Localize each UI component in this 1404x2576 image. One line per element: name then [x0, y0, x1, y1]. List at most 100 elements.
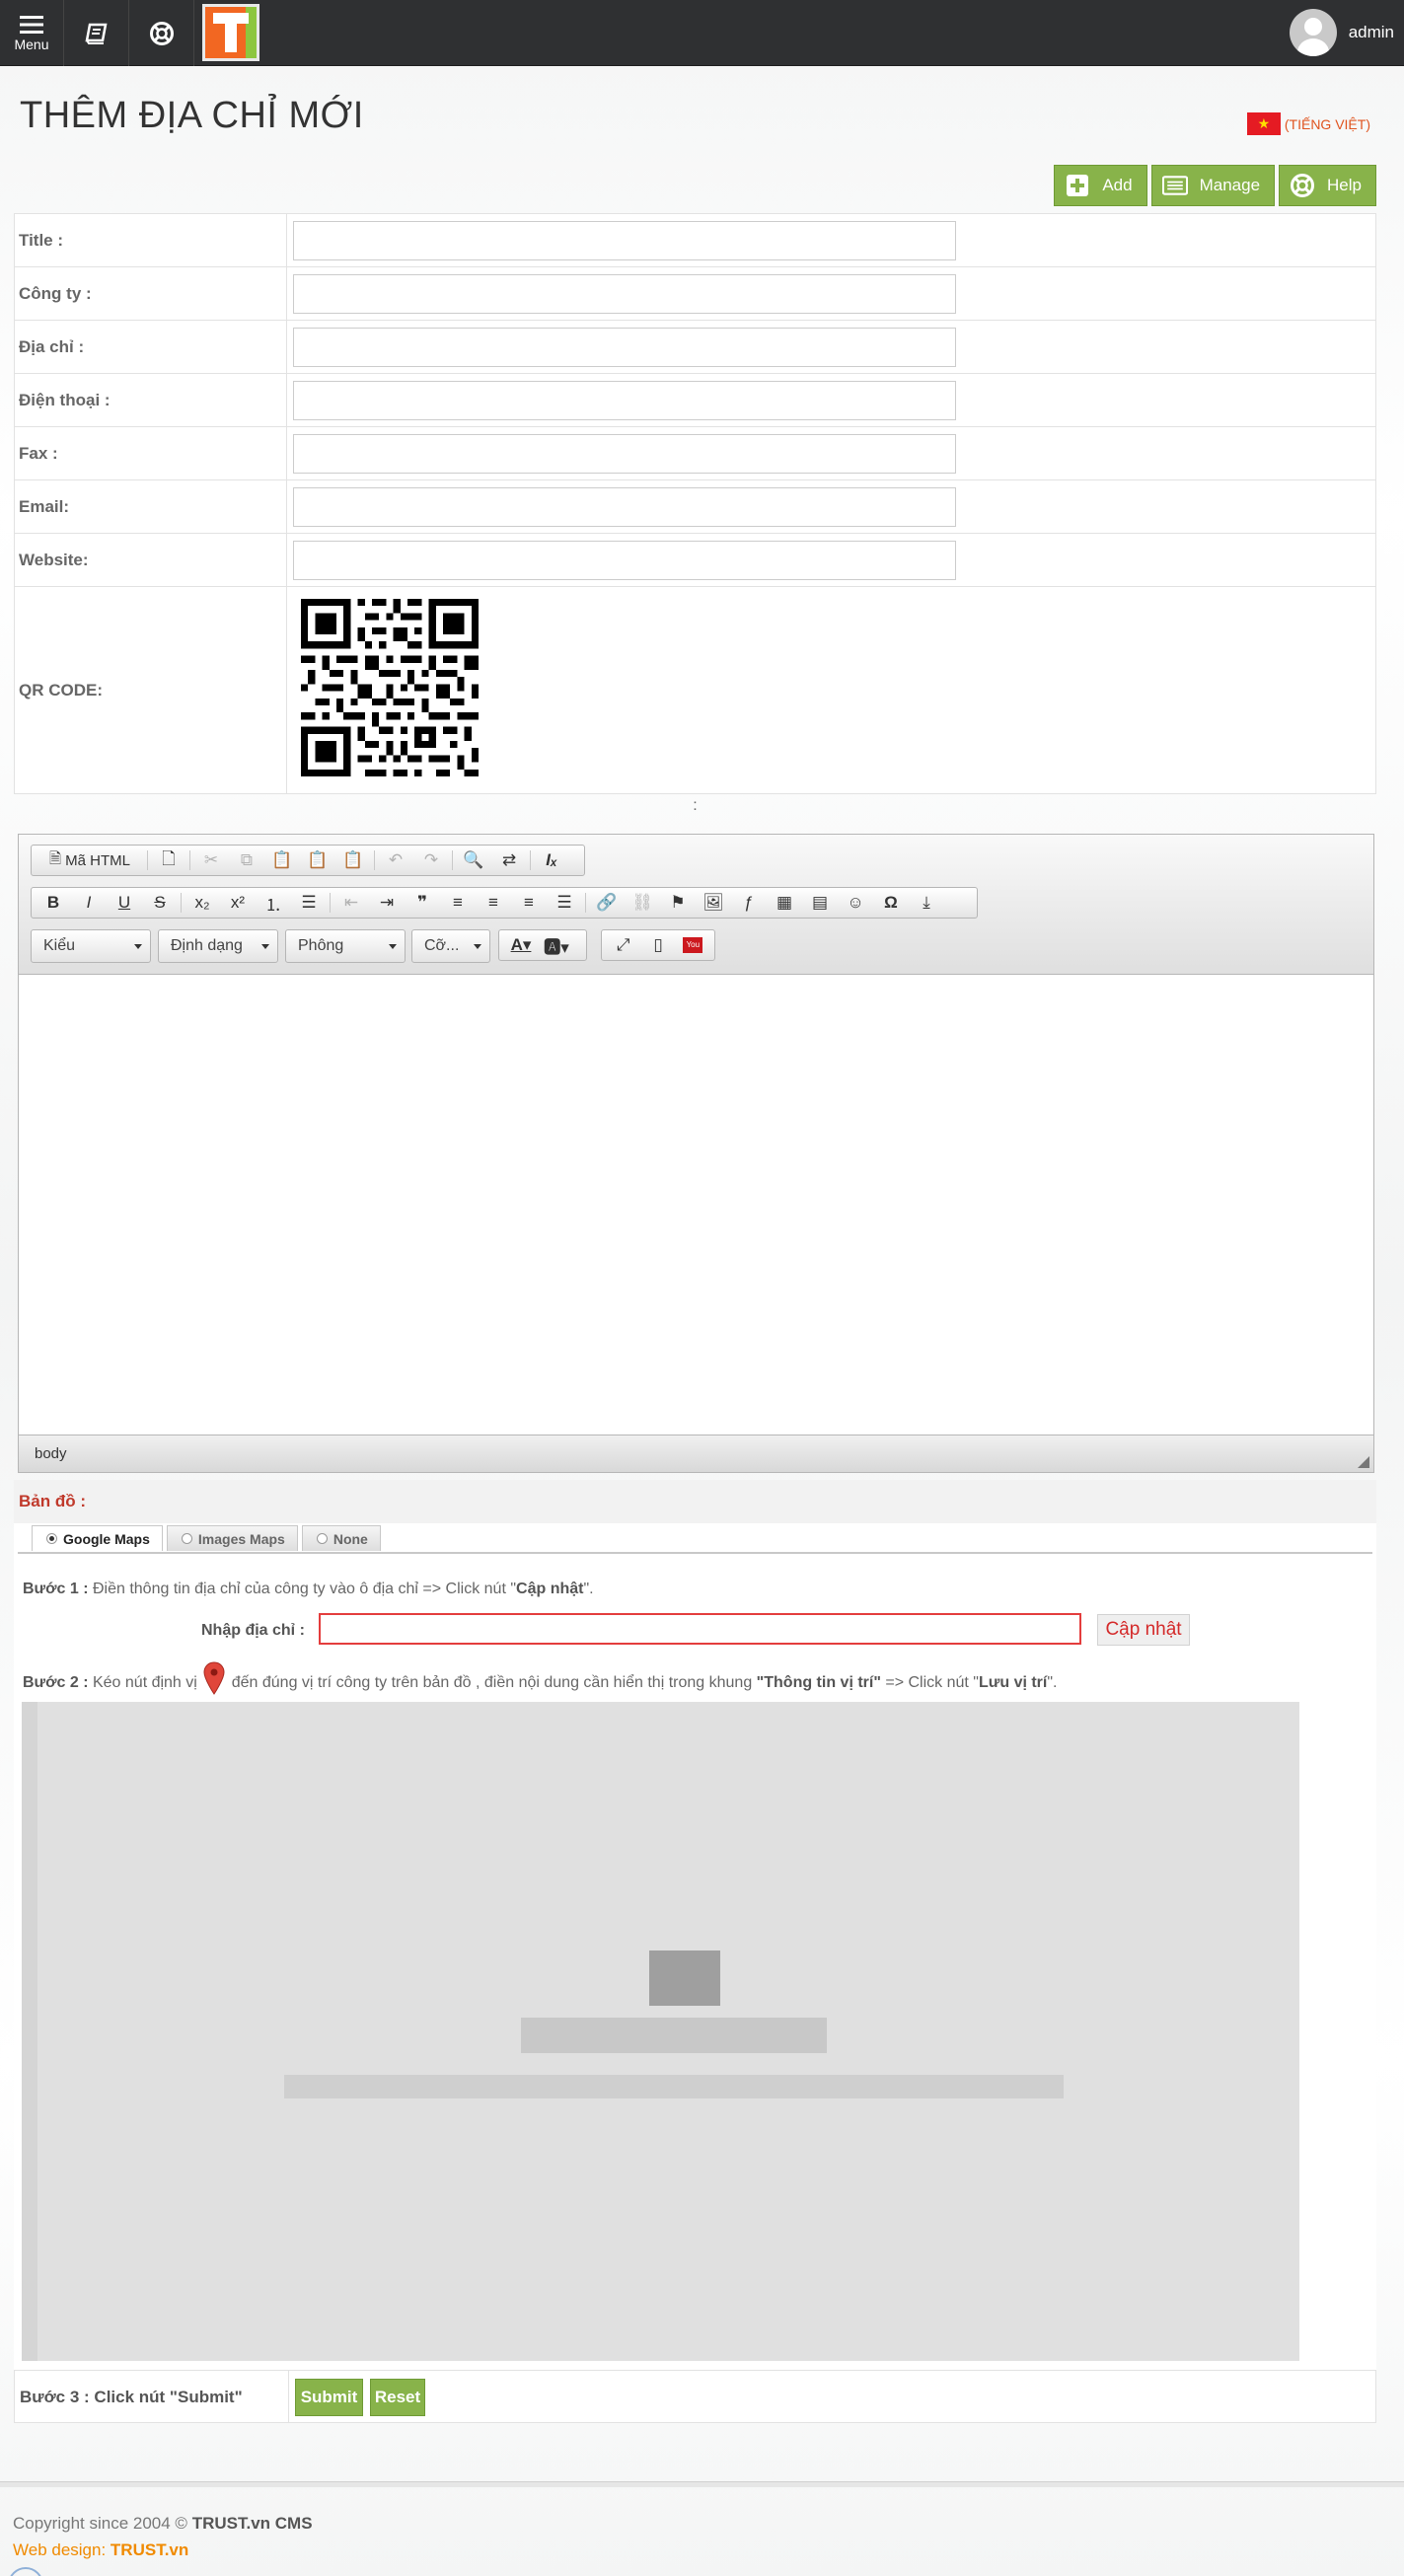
google-map-canvas[interactable]	[22, 1702, 1299, 2361]
copy-icon[interactable]: ⧉	[229, 846, 264, 874]
trust-logo[interactable]	[202, 4, 259, 61]
phone-input[interactable]	[293, 380, 956, 420]
show-blocks-icon[interactable]: ▯	[640, 931, 675, 959]
tab-divider	[18, 1552, 1372, 1554]
cut-icon[interactable]: ✂	[193, 846, 229, 874]
submit-button[interactable]: Submit	[295, 2379, 363, 2416]
strikethrough-icon[interactable]: S	[142, 889, 178, 917]
size-dropdown-label: Cỡ...	[424, 937, 460, 954]
format-dropdown[interactable]: Định dạng	[158, 929, 278, 963]
field-label: Fax :	[14, 426, 287, 480]
update-address-button[interactable]: Cập nhật	[1097, 1614, 1190, 1646]
map-error-icon-placeholder	[649, 1950, 720, 2006]
maximize-icon[interactable]: ⤢	[606, 931, 640, 959]
fax-input[interactable]	[293, 433, 956, 474]
subscript-icon[interactable]: x₂	[185, 889, 220, 917]
page-break-icon[interactable]: ⤓	[909, 889, 944, 917]
paste-word-icon[interactable]: 📋	[335, 846, 371, 874]
remove-format-icon[interactable]: Iₓ	[534, 846, 569, 874]
anchor-flag-icon[interactable]: ⚑	[660, 889, 696, 917]
bold-icon[interactable]: B	[36, 889, 71, 917]
undo-icon[interactable]: ↶	[378, 846, 413, 874]
chat-widget-icon[interactable]	[8, 2567, 43, 2576]
numbered-list-icon[interactable]: ⒈	[256, 889, 291, 917]
map-error-title-placeholder	[521, 2018, 827, 2053]
lifebuoy-icon	[1291, 174, 1315, 197]
tab-images-maps[interactable]: Images Maps	[166, 1525, 298, 1551]
editor-toolbar: 🗎 Mã HTML 🗋 ✂ ⧉ 📋 📋 📋 ↶ ↷ 🔍 ⇄ Iₓ B I U S …	[19, 835, 1373, 975]
menu-button[interactable]: Menu	[0, 0, 64, 66]
address-search-label: Nhập địa chỉ :	[201, 1622, 305, 1639]
form-row-address: Địa chỉ :	[14, 320, 1376, 374]
form-row-company: Công ty :	[14, 266, 1376, 321]
tab-label: Google Maps	[63, 1530, 150, 1547]
footer-divider	[0, 2481, 1404, 2487]
flash-icon[interactable]: ƒ	[731, 889, 767, 917]
align-left-icon[interactable]: ≡	[440, 889, 476, 917]
justify-icon[interactable]: ☰	[547, 889, 582, 917]
smiley-icon[interactable]: ☺	[838, 889, 873, 917]
font-dropdown[interactable]: Phông	[285, 929, 406, 963]
documentation-button[interactable]	[64, 0, 129, 66]
paste-text-icon[interactable]: 📋	[300, 846, 335, 874]
tab-label: Images Maps	[197, 1530, 285, 1547]
form-row-qr: QR CODE:	[14, 586, 1376, 794]
align-right-icon[interactable]: ≡	[511, 889, 547, 917]
source-button[interactable]: 🗎 Mã HTML	[36, 846, 144, 874]
address-search-input[interactable]	[319, 1613, 1081, 1645]
step1-prefix: Bước 1 :	[23, 1581, 89, 1597]
form-row-title: Title :	[14, 213, 1376, 267]
element-path[interactable]: body	[35, 1445, 67, 1462]
new-page-icon[interactable]: 🗋	[151, 846, 186, 874]
source-doc-icon: 🗎	[49, 849, 62, 867]
style-dropdown[interactable]: Kiểu	[31, 929, 151, 963]
manage-button[interactable]: Manage	[1150, 165, 1276, 206]
font-dropdown-label: Phông	[298, 937, 344, 954]
bulleted-list-icon[interactable]: ☰	[291, 889, 327, 917]
image-icon[interactable]: 🖼	[696, 889, 731, 917]
table-icon[interactable]: ▦	[767, 889, 802, 917]
blockquote-icon[interactable]: ❞	[405, 889, 440, 917]
find-icon[interactable]: 🔍	[456, 846, 491, 874]
help-button[interactable]: Help	[1279, 165, 1376, 206]
size-dropdown[interactable]: Cỡ...	[411, 929, 490, 963]
superscript-icon[interactable]: x²	[220, 889, 256, 917]
format-dropdown-label: Định dạng	[171, 937, 243, 954]
email-input[interactable]	[293, 486, 956, 527]
indent-icon[interactable]: ⇥	[369, 889, 405, 917]
language-switcher[interactable]: ★ (TIẾNG VIỆT)	[1246, 112, 1370, 135]
map-panel: Google Maps Images Maps None Bước 1 : Đi…	[14, 1523, 1376, 2370]
style-dropdown-label: Kiểu	[43, 937, 76, 954]
horizontal-line-icon[interactable]: ▤	[802, 889, 838, 917]
source-label: Mã HTML	[65, 851, 130, 869]
page-title: THÊM ĐỊA CHỈ MỚI	[20, 95, 364, 136]
link-icon[interactable]: 🔗	[589, 889, 625, 917]
youtube-icon[interactable]: You	[676, 931, 710, 959]
title-input[interactable]	[293, 220, 956, 260]
outdent-icon[interactable]: ⇤	[333, 889, 369, 917]
address-input[interactable]	[293, 327, 956, 367]
underline-icon[interactable]: U	[107, 889, 142, 917]
italic-icon[interactable]: I	[71, 889, 107, 917]
add-button[interactable]: Add	[1054, 165, 1147, 206]
editor-content-area[interactable]	[19, 975, 1373, 1435]
align-center-icon[interactable]: ≡	[476, 889, 511, 917]
tab-none[interactable]: None	[301, 1525, 381, 1551]
text-color-icon[interactable]: A▾	[503, 931, 539, 959]
resize-handle-icon[interactable]	[1358, 1456, 1369, 1468]
company-input[interactable]	[293, 273, 956, 314]
user-menu[interactable]: admin	[1289, 8, 1394, 57]
reset-button[interactable]: Reset	[370, 2379, 425, 2416]
step2-frame-ref: "Thông tin vị trí"	[756, 1674, 881, 1692]
support-button[interactable]	[129, 0, 194, 66]
step2-text-b: đến đúng vị trí công ty trên bản đồ , đi…	[227, 1674, 757, 1692]
special-char-icon[interactable]: Ω	[873, 889, 909, 917]
paste-icon[interactable]: 📋	[264, 846, 300, 874]
tab-google-maps[interactable]: Google Maps	[32, 1525, 163, 1551]
replace-icon[interactable]: ⇄	[491, 846, 527, 874]
webdesign-link[interactable]: TRUST.vn	[111, 2540, 188, 2559]
redo-icon[interactable]: ↷	[413, 846, 449, 874]
website-input[interactable]	[293, 540, 956, 580]
unlink-icon[interactable]: ⛓	[625, 889, 660, 917]
background-color-icon[interactable]: 🅰▾	[539, 931, 574, 959]
